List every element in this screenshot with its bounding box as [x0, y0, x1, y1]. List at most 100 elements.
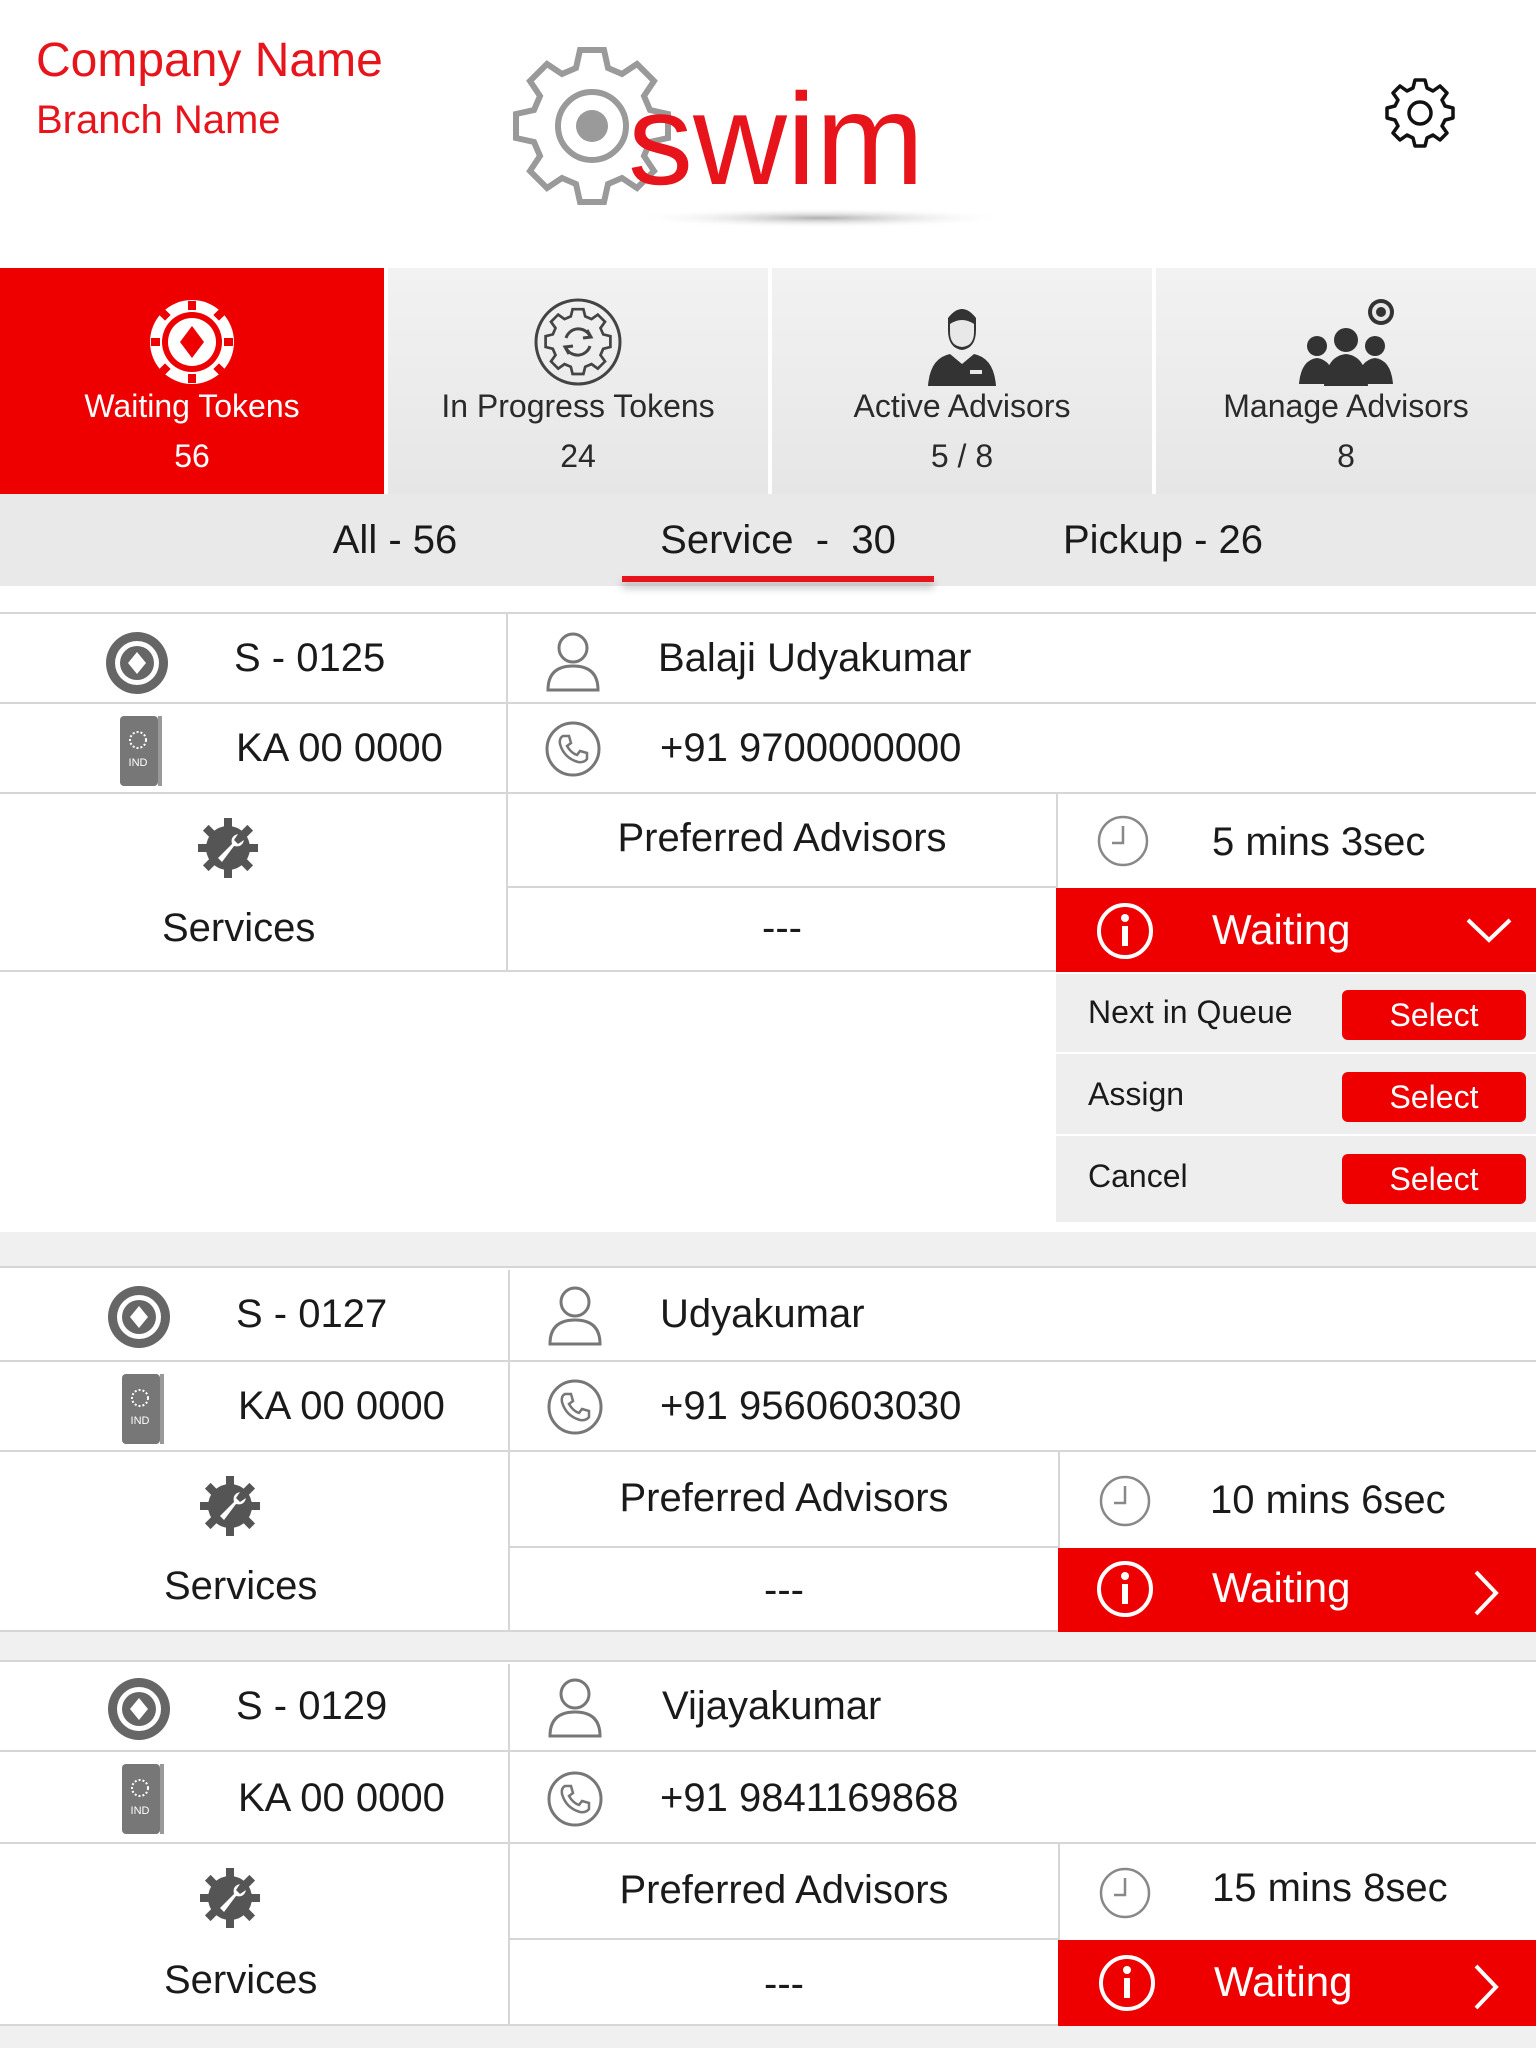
token-row: S - 0127 Udyakumar	[0, 1270, 1536, 1362]
customer-phone: +91 9700000000	[660, 726, 962, 770]
token-card: S - 0125 Balaji Udyakumar IND KA 00 0000…	[0, 612, 1536, 1232]
select-button[interactable]: Select	[1342, 1072, 1526, 1122]
license-plate-icon: IND	[120, 716, 162, 786]
vehicle-row: IND KA 00 0000 +91 9700000000	[0, 704, 1536, 794]
services-label[interactable]: Services	[162, 906, 315, 951]
action-label: Cancel	[1088, 1158, 1188, 1194]
services-wrench-gear-icon	[200, 1868, 260, 1928]
clock-icon	[1097, 815, 1149, 867]
token-number: S - 0129	[236, 1684, 388, 1728]
filter-tab-bar: All - 56 Service - 30 Pickup - 26	[0, 494, 1536, 586]
token-chip-icon	[108, 1678, 170, 1740]
chevron-right-icon	[1474, 1570, 1499, 1616]
customer-name: Udyakumar	[660, 1292, 865, 1336]
status-dropdown[interactable]: Waiting	[1058, 1940, 1536, 2026]
chevron-right-icon	[1474, 1964, 1499, 2010]
logo-text: swim	[628, 66, 924, 212]
info-icon	[1099, 1955, 1155, 2011]
tab-active-advisors[interactable]: Active Advisors 5 / 8	[768, 268, 1152, 494]
vehicle-row: IND KA 00 0000 +91 9560603030	[0, 1362, 1536, 1452]
services-label[interactable]: Services	[164, 1958, 317, 2003]
token-card: S - 0127 Udyakumar IND KA 00 0000 +91 95…	[0, 1270, 1536, 1632]
tab-count: 24	[560, 438, 596, 474]
settings-gear-icon[interactable]	[1382, 74, 1458, 150]
clock-icon	[1099, 1475, 1151, 1527]
token-chip-icon	[106, 632, 168, 694]
token-chip-icon	[108, 1286, 170, 1348]
wait-time: 15 mins 8sec	[1212, 1866, 1448, 1910]
branch-name: Branch Name	[36, 98, 281, 142]
status-label: Waiting	[1212, 906, 1351, 953]
details-row: Services Preferred Advisors --- 15 mins …	[0, 1844, 1536, 2026]
tab-count: 56	[174, 438, 210, 474]
svg-text:IND: IND	[131, 1415, 150, 1427]
vehicle-row: IND KA 00 0000 +91 9841169868	[0, 1752, 1536, 1844]
status-label: Waiting	[1212, 1564, 1351, 1611]
details-row: Services Preferred Advisors --- 5 mins 3…	[0, 794, 1536, 972]
vehicle-plate: KA 00 0000	[238, 1776, 445, 1820]
select-button[interactable]: Select	[1342, 1154, 1526, 1204]
select-button[interactable]: Select	[1342, 990, 1526, 1040]
company-name: Company Name	[36, 34, 383, 87]
preferred-advisors-label: Preferred Advisors	[619, 1868, 949, 1912]
phone-icon[interactable]	[546, 1770, 604, 1828]
details-row: Services Preferred Advisors --- 10 mins …	[0, 1452, 1536, 1632]
filter-service[interactable]: Service - 30	[622, 494, 934, 586]
swim-logo: swim	[513, 47, 1010, 228]
tab-waiting-tokens[interactable]: Waiting Tokens 56	[0, 268, 384, 494]
tab-in-progress-tokens[interactable]: In Progress Tokens 24	[384, 268, 768, 494]
token-number: S - 0125	[234, 636, 386, 680]
customer-phone: +91 9560603030	[660, 1384, 962, 1428]
action-label: Assign	[1088, 1076, 1185, 1112]
tab-manage-advisors[interactable]: Manage Advisors 8	[1152, 268, 1536, 494]
customer-name: Balaji Udyakumar	[658, 636, 972, 680]
token-row: S - 0125 Balaji Udyakumar	[0, 612, 1536, 706]
preferred-advisors-value[interactable]: ---	[510, 1568, 1058, 1613]
app-header: Company Name Branch Name swim	[0, 0, 1536, 268]
tab-label: Manage Advisors	[1223, 388, 1469, 424]
card-separator	[0, 1232, 1536, 1268]
preferred-advisors-value[interactable]: ---	[510, 1962, 1058, 2007]
tab-count: 5 / 8	[930, 438, 994, 474]
svg-text:IND: IND	[129, 757, 148, 769]
customer-phone: +91 9841169868	[660, 1776, 959, 1820]
advisor-person-icon	[928, 309, 996, 386]
services-wrench-gear-icon	[200, 1476, 260, 1536]
services-wrench-gear-icon	[198, 818, 258, 878]
phone-icon[interactable]	[544, 720, 602, 778]
license-plate-icon: IND	[122, 1764, 164, 1834]
clock-icon	[1099, 1867, 1151, 1919]
group-gear-icon	[1299, 299, 1394, 386]
status-actions-menu: Next in Queue Select Assign Select Cance…	[1056, 974, 1536, 1222]
vehicle-plate: KA 00 0000	[236, 726, 443, 770]
user-icon	[548, 1678, 602, 1738]
card-separator	[0, 1632, 1536, 1662]
tab-label: In Progress Tokens	[441, 388, 715, 424]
filter-all[interactable]: All - 56	[300, 494, 490, 586]
license-plate-icon: IND	[122, 1374, 164, 1444]
token-number: S - 0127	[236, 1292, 388, 1336]
action-assign: Assign Select	[1056, 1056, 1536, 1136]
preferred-advisors-label: Preferred Advisors	[617, 816, 947, 860]
filter-pickup[interactable]: Pickup - 26	[1050, 494, 1276, 586]
info-icon	[1097, 1561, 1153, 1617]
filter-service-label: Service - 30	[660, 518, 896, 562]
top-tab-bar: Waiting Tokens 56 In Progress Tokens 24	[0, 268, 1536, 494]
user-icon	[548, 1286, 602, 1346]
token-chip-icon	[150, 300, 234, 384]
tab-count: 8	[1337, 438, 1355, 474]
customer-name: Vijayakumar	[662, 1684, 882, 1728]
wait-time: 10 mins 6sec	[1210, 1478, 1446, 1522]
gear-refresh-icon	[534, 298, 622, 386]
action-label: Next in Queue	[1088, 994, 1293, 1030]
token-card: S - 0129 Vijayakumar IND KA 00 0000 +91 …	[0, 1664, 1536, 2026]
preferred-advisors-value[interactable]: ---	[508, 906, 1056, 951]
phone-icon[interactable]	[546, 1378, 604, 1436]
status-dropdown[interactable]: Waiting	[1056, 888, 1536, 972]
card-separator	[0, 2026, 1536, 2048]
services-label[interactable]: Services	[164, 1564, 317, 1609]
svg-text:IND: IND	[131, 1805, 150, 1817]
token-row: S - 0129 Vijayakumar	[0, 1664, 1536, 1752]
wait-time: 5 mins 3sec	[1212, 820, 1426, 864]
status-dropdown[interactable]: Waiting	[1058, 1548, 1536, 1632]
